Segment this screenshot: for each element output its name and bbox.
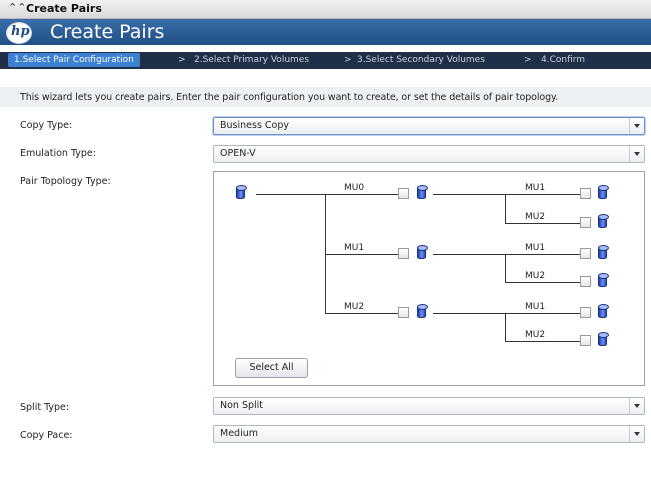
- connector-line: [433, 313, 580, 314]
- step-separator: >: [524, 55, 532, 65]
- mu-label: MU1: [344, 243, 365, 253]
- emulation-type-label: Emulation Type:: [20, 148, 96, 159]
- hp-logo-icon: hp: [6, 22, 32, 44]
- copy-pace-value: Medium: [220, 428, 258, 439]
- mu-label: MU1: [525, 243, 546, 253]
- step-select-pair-configuration[interactable]: 1.Select Pair Configuration: [8, 53, 140, 67]
- wizard-description: This wizard lets you create pairs. Enter…: [0, 87, 651, 107]
- volume-icon: [598, 332, 609, 346]
- chevron-down-icon[interactable]: [629, 146, 644, 162]
- mu1-mu2-checkbox[interactable]: [580, 276, 591, 287]
- volume-icon: [598, 214, 609, 228]
- connector-line: [505, 313, 506, 342]
- mu-label: MU2: [525, 330, 546, 340]
- emulation-type-value: OPEN-V: [220, 148, 256, 159]
- intro-text: This wizard lets you create pairs. Enter…: [20, 92, 559, 103]
- emulation-type-select[interactable]: OPEN-V: [213, 145, 645, 163]
- copy-type-select[interactable]: Business Copy: [213, 117, 645, 135]
- mu1-mu1-checkbox[interactable]: [580, 248, 591, 259]
- mu2-mu1-checkbox[interactable]: [580, 307, 591, 318]
- wizard-steps: 1.Select Pair Configuration > 2.Select P…: [0, 52, 651, 69]
- connector-line: [433, 254, 580, 255]
- connector-line: [256, 194, 398, 195]
- connector-line: [505, 341, 580, 342]
- step-separator: >: [178, 55, 186, 65]
- step-select-secondary-volumes[interactable]: 3.Select Secondary Volumes: [357, 55, 485, 65]
- volume-icon: [598, 304, 609, 318]
- select-all-button[interactable]: Select All: [235, 358, 308, 378]
- mu0-mu1-checkbox[interactable]: [580, 188, 591, 199]
- volume-icon: [417, 245, 428, 259]
- step-confirm[interactable]: 4.Confirm: [541, 55, 585, 65]
- mu-label: MU1: [525, 302, 546, 312]
- connector-line: [433, 194, 580, 195]
- volume-icon: [598, 245, 609, 259]
- mu-label: MU2: [525, 212, 546, 222]
- mu-label: MU0: [344, 183, 365, 193]
- volume-icon: [417, 304, 428, 318]
- connector-line: [325, 313, 398, 314]
- mu-label: MU2: [344, 302, 365, 312]
- mu-label: MU2: [525, 271, 546, 281]
- mu2-mu2-checkbox[interactable]: [580, 335, 591, 346]
- mu0-checkbox[interactable]: [398, 188, 409, 199]
- copy-pace-label: Copy Pace:: [20, 430, 73, 441]
- wizard-header: hp Create Pairs: [0, 19, 651, 45]
- split-type-label: Split Type:: [20, 402, 70, 413]
- step-select-primary-volumes[interactable]: 2.Select Primary Volumes: [194, 55, 309, 65]
- volume-icon: [598, 273, 609, 287]
- mu0-mu2-checkbox[interactable]: [580, 217, 591, 228]
- chevron-down-icon[interactable]: [629, 426, 644, 442]
- step-separator: >: [344, 55, 352, 65]
- pair-topology-diagram: MU0 MU1 MU2 MU1 MU1 MU2 MU2 MU1 MU2 Sele…: [213, 171, 645, 386]
- chevron-down-icon[interactable]: [629, 118, 644, 134]
- panel-title-bar: ⌃⌃ Create Pairs: [0, 0, 651, 19]
- panel-title: Create Pairs: [26, 2, 102, 15]
- wizard-title: Create Pairs: [50, 21, 165, 43]
- mu2-checkbox[interactable]: [398, 307, 409, 318]
- volume-icon: [417, 185, 428, 199]
- split-type-select[interactable]: Non Split: [213, 397, 645, 415]
- chevron-down-icon[interactable]: [629, 398, 644, 414]
- primary-volume-icon: [236, 185, 247, 199]
- connector-line: [505, 282, 580, 283]
- split-type-value: Non Split: [220, 400, 264, 411]
- copy-pace-select[interactable]: Medium: [213, 425, 645, 443]
- copy-type-label: Copy Type:: [20, 120, 73, 131]
- mu1-checkbox[interactable]: [398, 248, 409, 259]
- collapse-chevron-icon[interactable]: ⌃⌃: [8, 1, 26, 14]
- connector-line: [505, 223, 580, 224]
- pair-topology-label: Pair Topology Type:: [20, 176, 111, 187]
- connector-line: [505, 254, 506, 283]
- volume-icon: [598, 185, 609, 199]
- connector-line: [325, 254, 398, 255]
- mu-label: MU1: [525, 183, 546, 193]
- connector-line: [505, 194, 506, 224]
- copy-type-value: Business Copy: [220, 120, 290, 131]
